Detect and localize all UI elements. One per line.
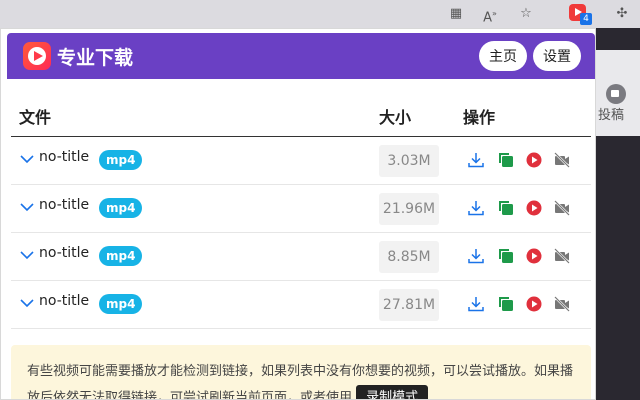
tab-grid-icon[interactable]: ▦ <box>446 4 466 24</box>
format-tag: mp4 <box>99 294 143 314</box>
copy-link-icon[interactable] <box>497 295 515 313</box>
downloader-popup: 专业下载 主页 设置 文件 大小 操作 no-title mp4 3.03M n… <box>0 28 596 400</box>
popup-header: 专业下载 主页 设置 <box>7 33 595 79</box>
play-icon[interactable] <box>525 151 543 169</box>
file-size: 8.85M <box>379 241 439 273</box>
table-row: no-title mp4 27.81M <box>11 281 591 329</box>
app-logo-icon <box>23 42 51 70</box>
video-off-icon[interactable] <box>553 247 571 265</box>
file-size: 21.96M <box>379 193 439 225</box>
table-header: 文件 大小 操作 <box>11 97 591 137</box>
background-header-bar: 投稿 <box>596 50 640 136</box>
chevron-down-icon[interactable] <box>19 151 35 167</box>
play-icon[interactable] <box>525 247 543 265</box>
favorites-add-icon[interactable]: ☆ <box>516 4 536 24</box>
table-row: no-title mp4 8.85M <box>11 233 591 281</box>
copy-link-icon[interactable] <box>497 199 515 217</box>
copy-link-icon[interactable] <box>497 247 515 265</box>
format-tag: mp4 <box>99 246 143 266</box>
download-icon[interactable] <box>467 247 485 265</box>
download-icon[interactable] <box>467 295 485 313</box>
record-mode-button[interactable]: 录制模式 <box>356 385 429 399</box>
extensions-puzzle-icon[interactable]: ✣ <box>612 4 632 24</box>
file-name: no-title <box>39 245 90 261</box>
tip-notice: 有些视频可能需要播放才能检测到链接，如果列表中没有你想要的视频，可以尝试播放。如… <box>11 345 591 400</box>
copy-link-icon[interactable] <box>497 151 515 169</box>
chevron-down-icon[interactable] <box>19 295 35 311</box>
file-size: 3.03M <box>379 145 439 177</box>
table-row: no-title mp4 21.96M <box>11 185 591 233</box>
background-page: 投稿 <box>596 28 640 400</box>
column-file: 文件 <box>19 108 52 127</box>
format-tag: mp4 <box>99 198 143 218</box>
download-icon[interactable] <box>467 151 485 169</box>
video-off-icon[interactable] <box>553 199 571 217</box>
format-tag: mp4 <box>99 150 143 170</box>
file-name: no-title <box>39 197 90 213</box>
video-off-icon[interactable] <box>553 295 571 313</box>
notice-text: 有些视频可能需要播放才能检测到链接，如果列表中没有你想要的视频，可以尝试播放。如… <box>27 364 574 400</box>
upload-camera-icon[interactable] <box>606 84 626 104</box>
column-actions: 操作 <box>463 108 496 127</box>
chevron-down-icon[interactable] <box>19 247 35 263</box>
column-size: 大小 <box>379 108 412 127</box>
file-name: no-title <box>39 149 90 165</box>
upload-label[interactable]: 投稿 <box>598 104 624 123</box>
settings-button[interactable]: 设置 <box>533 41 581 71</box>
file-size: 27.81M <box>379 289 439 321</box>
video-off-icon[interactable] <box>553 151 571 169</box>
chevron-down-icon[interactable] <box>19 199 35 215</box>
extension-badge: 4 <box>580 13 592 25</box>
file-name: no-title <box>39 293 90 309</box>
table-row: no-title mp4 3.03M <box>11 137 591 185</box>
play-icon[interactable] <box>525 199 543 217</box>
play-icon[interactable] <box>525 295 543 313</box>
download-icon[interactable] <box>467 199 485 217</box>
home-button[interactable]: 主页 <box>479 41 527 71</box>
video-downloader-extension-button[interactable]: 4 <box>568 3 592 25</box>
app-title: 专业下载 <box>57 47 134 69</box>
browser-toolbar: ▦ A» ☆ 4 ✣ <box>0 0 640 28</box>
read-aloud-icon[interactable]: A» <box>480 4 500 25</box>
